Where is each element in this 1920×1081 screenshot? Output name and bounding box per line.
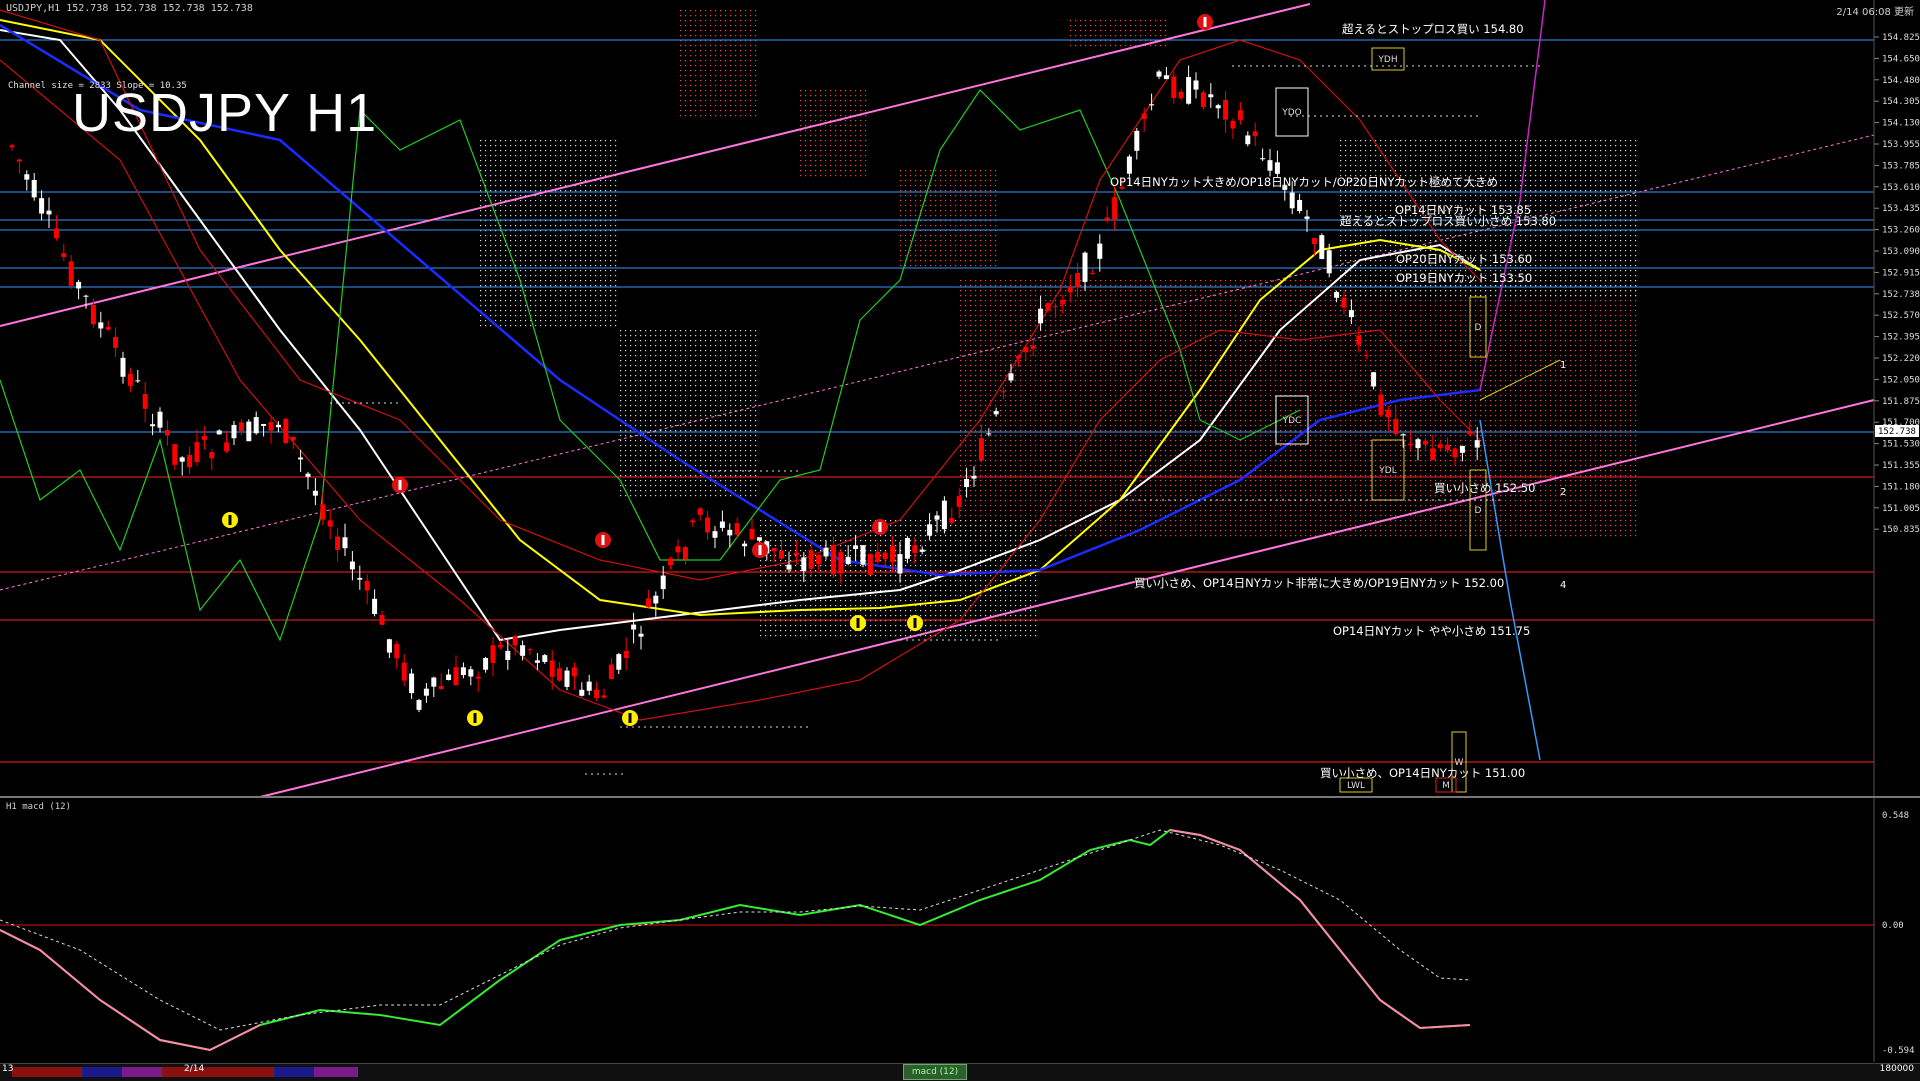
annotation-op19-15350: OP19日NYカット 153.50 bbox=[1396, 270, 1532, 286]
price-axis-label: 154.305 bbox=[1882, 97, 1920, 107]
level-box-label: YDC bbox=[1282, 416, 1302, 426]
price-axis-label: 154.825 bbox=[1882, 33, 1920, 43]
level-box-label: D bbox=[1475, 323, 1482, 333]
price-axis-label: 152.220 bbox=[1882, 354, 1920, 364]
price-axis-label: 151.875 bbox=[1882, 397, 1920, 407]
sell-signal-marker bbox=[392, 477, 408, 493]
annotation-buy-15200: 買い小さめ、OP14日NYカット非常に大きめ/OP19日NYカット 152.00 bbox=[1134, 575, 1504, 591]
price-axis-label: 152.570 bbox=[1882, 311, 1920, 321]
price-axis-label: 153.435 bbox=[1882, 204, 1920, 214]
annotation-stoploss-15380: 超えるとストップロス買い小さめ 153.80 bbox=[1340, 213, 1556, 229]
price-axis-label: 151.180 bbox=[1882, 482, 1920, 492]
annotation-buy-15100: 買い小さめ、OP14日NYカット 151.00 bbox=[1320, 765, 1525, 781]
candlestick bbox=[283, 418, 288, 444]
macd-axis-label: 0.00 bbox=[1882, 921, 1904, 931]
candlestick bbox=[246, 419, 251, 441]
price-axis-label: 153.090 bbox=[1882, 247, 1920, 257]
price-axis-label: 153.610 bbox=[1882, 183, 1920, 193]
price-axis-label: 152.915 bbox=[1882, 268, 1920, 278]
annotation-op14-15175: OP14日NYカット やや小さめ 151.75 bbox=[1333, 623, 1530, 639]
level-box-label: YDL bbox=[1378, 466, 1396, 476]
level-box-label: LWL bbox=[1347, 781, 1365, 791]
price-axis-label: 154.130 bbox=[1882, 119, 1920, 129]
candlestick bbox=[942, 496, 947, 533]
update-timestamp: 2/14 06:08 更新 bbox=[1836, 3, 1914, 18]
sell-signal-marker bbox=[1197, 14, 1213, 30]
projection-number-label: 2 bbox=[1560, 487, 1566, 498]
price-axis-label: 154.480 bbox=[1882, 76, 1920, 86]
buy-signal-marker bbox=[222, 512, 238, 528]
buy-signal-marker bbox=[907, 615, 923, 631]
price-axis-label: 151.355 bbox=[1882, 461, 1920, 471]
level-box-label: M bbox=[1442, 781, 1450, 791]
timeline-seg-1 bbox=[12, 1067, 82, 1077]
candlestick bbox=[565, 667, 570, 690]
price-axis-label: 152.050 bbox=[1882, 375, 1920, 385]
price-axis-label: 152.738 bbox=[1882, 290, 1920, 300]
projection-number-label: 4 bbox=[1560, 580, 1566, 591]
timeline-label-right: 180000 bbox=[1880, 1064, 1914, 1074]
price-axis-label: 152.395 bbox=[1882, 333, 1920, 343]
price-axis-label: 153.785 bbox=[1882, 161, 1920, 171]
candlestick bbox=[868, 554, 873, 576]
macd-axis-label: 0.548 bbox=[1882, 811, 1909, 821]
candlestick bbox=[1319, 233, 1324, 259]
current-price-tag: 152.738 bbox=[1875, 425, 1919, 437]
timeline-seg-5 bbox=[274, 1067, 314, 1077]
channel-info-text: Channel size = 2833 Slope = 10.35 bbox=[8, 81, 187, 91]
timeline-label-date: 2/14 bbox=[184, 1064, 204, 1074]
buy-signal-marker bbox=[467, 710, 483, 726]
macd-axis-label: -0.594 bbox=[1882, 1046, 1915, 1056]
level-box-label: YDH bbox=[1377, 55, 1397, 65]
price-axis-label: 154.650 bbox=[1882, 54, 1920, 64]
candlestick bbox=[1201, 90, 1206, 110]
level-box-label: D bbox=[1475, 506, 1482, 516]
sell-signal-marker bbox=[595, 532, 611, 548]
price-axis-label: 153.260 bbox=[1882, 226, 1920, 236]
timeline-seg-6 bbox=[314, 1067, 358, 1077]
timeline-label-left: 13 bbox=[2, 1064, 13, 1074]
annotation-op20-15360: OP20日NYカット 153.60 bbox=[1396, 251, 1532, 267]
price-axis-label: 151.530 bbox=[1882, 440, 1920, 450]
timeline-seg-2 bbox=[82, 1067, 122, 1077]
macd-panel-title: H1 macd (12) bbox=[6, 802, 71, 812]
sell-signal-marker bbox=[872, 519, 888, 535]
symbol-title: USDJPY H1 bbox=[72, 82, 377, 144]
candlestick bbox=[861, 545, 866, 567]
projection-number-label: 1 bbox=[1560, 360, 1566, 371]
price-axis-label: 153.955 bbox=[1882, 140, 1920, 150]
buy-signal-marker bbox=[850, 615, 866, 631]
macd-panel[interactable]: 0.548 0.00 -0.594 bbox=[0, 800, 1920, 1062]
chart-window: YDHYDOYDCYDLLWLDDWM124 154.825154.650154… bbox=[0, 0, 1920, 1080]
macd-indicator-tab[interactable]: macd (12) bbox=[903, 1064, 967, 1080]
timeline-seg-3 bbox=[122, 1067, 162, 1077]
buy-signal-marker bbox=[622, 710, 638, 726]
sell-signal-marker bbox=[752, 542, 768, 558]
annotation-buy-15250: 買い小さめ 152.50 bbox=[1434, 480, 1535, 496]
price-axis-label: 150.835 bbox=[1882, 525, 1920, 535]
annotation-op-cuts-top: OP14日NYカット大きめ/OP18日NYカット/OP20日NYカット極めて大き… bbox=[1110, 174, 1498, 190]
annotation-stoploss-15480: 超えるとストップロス買い 154.80 bbox=[1342, 21, 1524, 37]
price-axis-label: 151.005 bbox=[1882, 504, 1920, 514]
symbol-info-text: USDJPY,H1 152.738 152.738 152.738 152.73… bbox=[6, 3, 253, 14]
timeline-seg-4 bbox=[162, 1067, 274, 1077]
